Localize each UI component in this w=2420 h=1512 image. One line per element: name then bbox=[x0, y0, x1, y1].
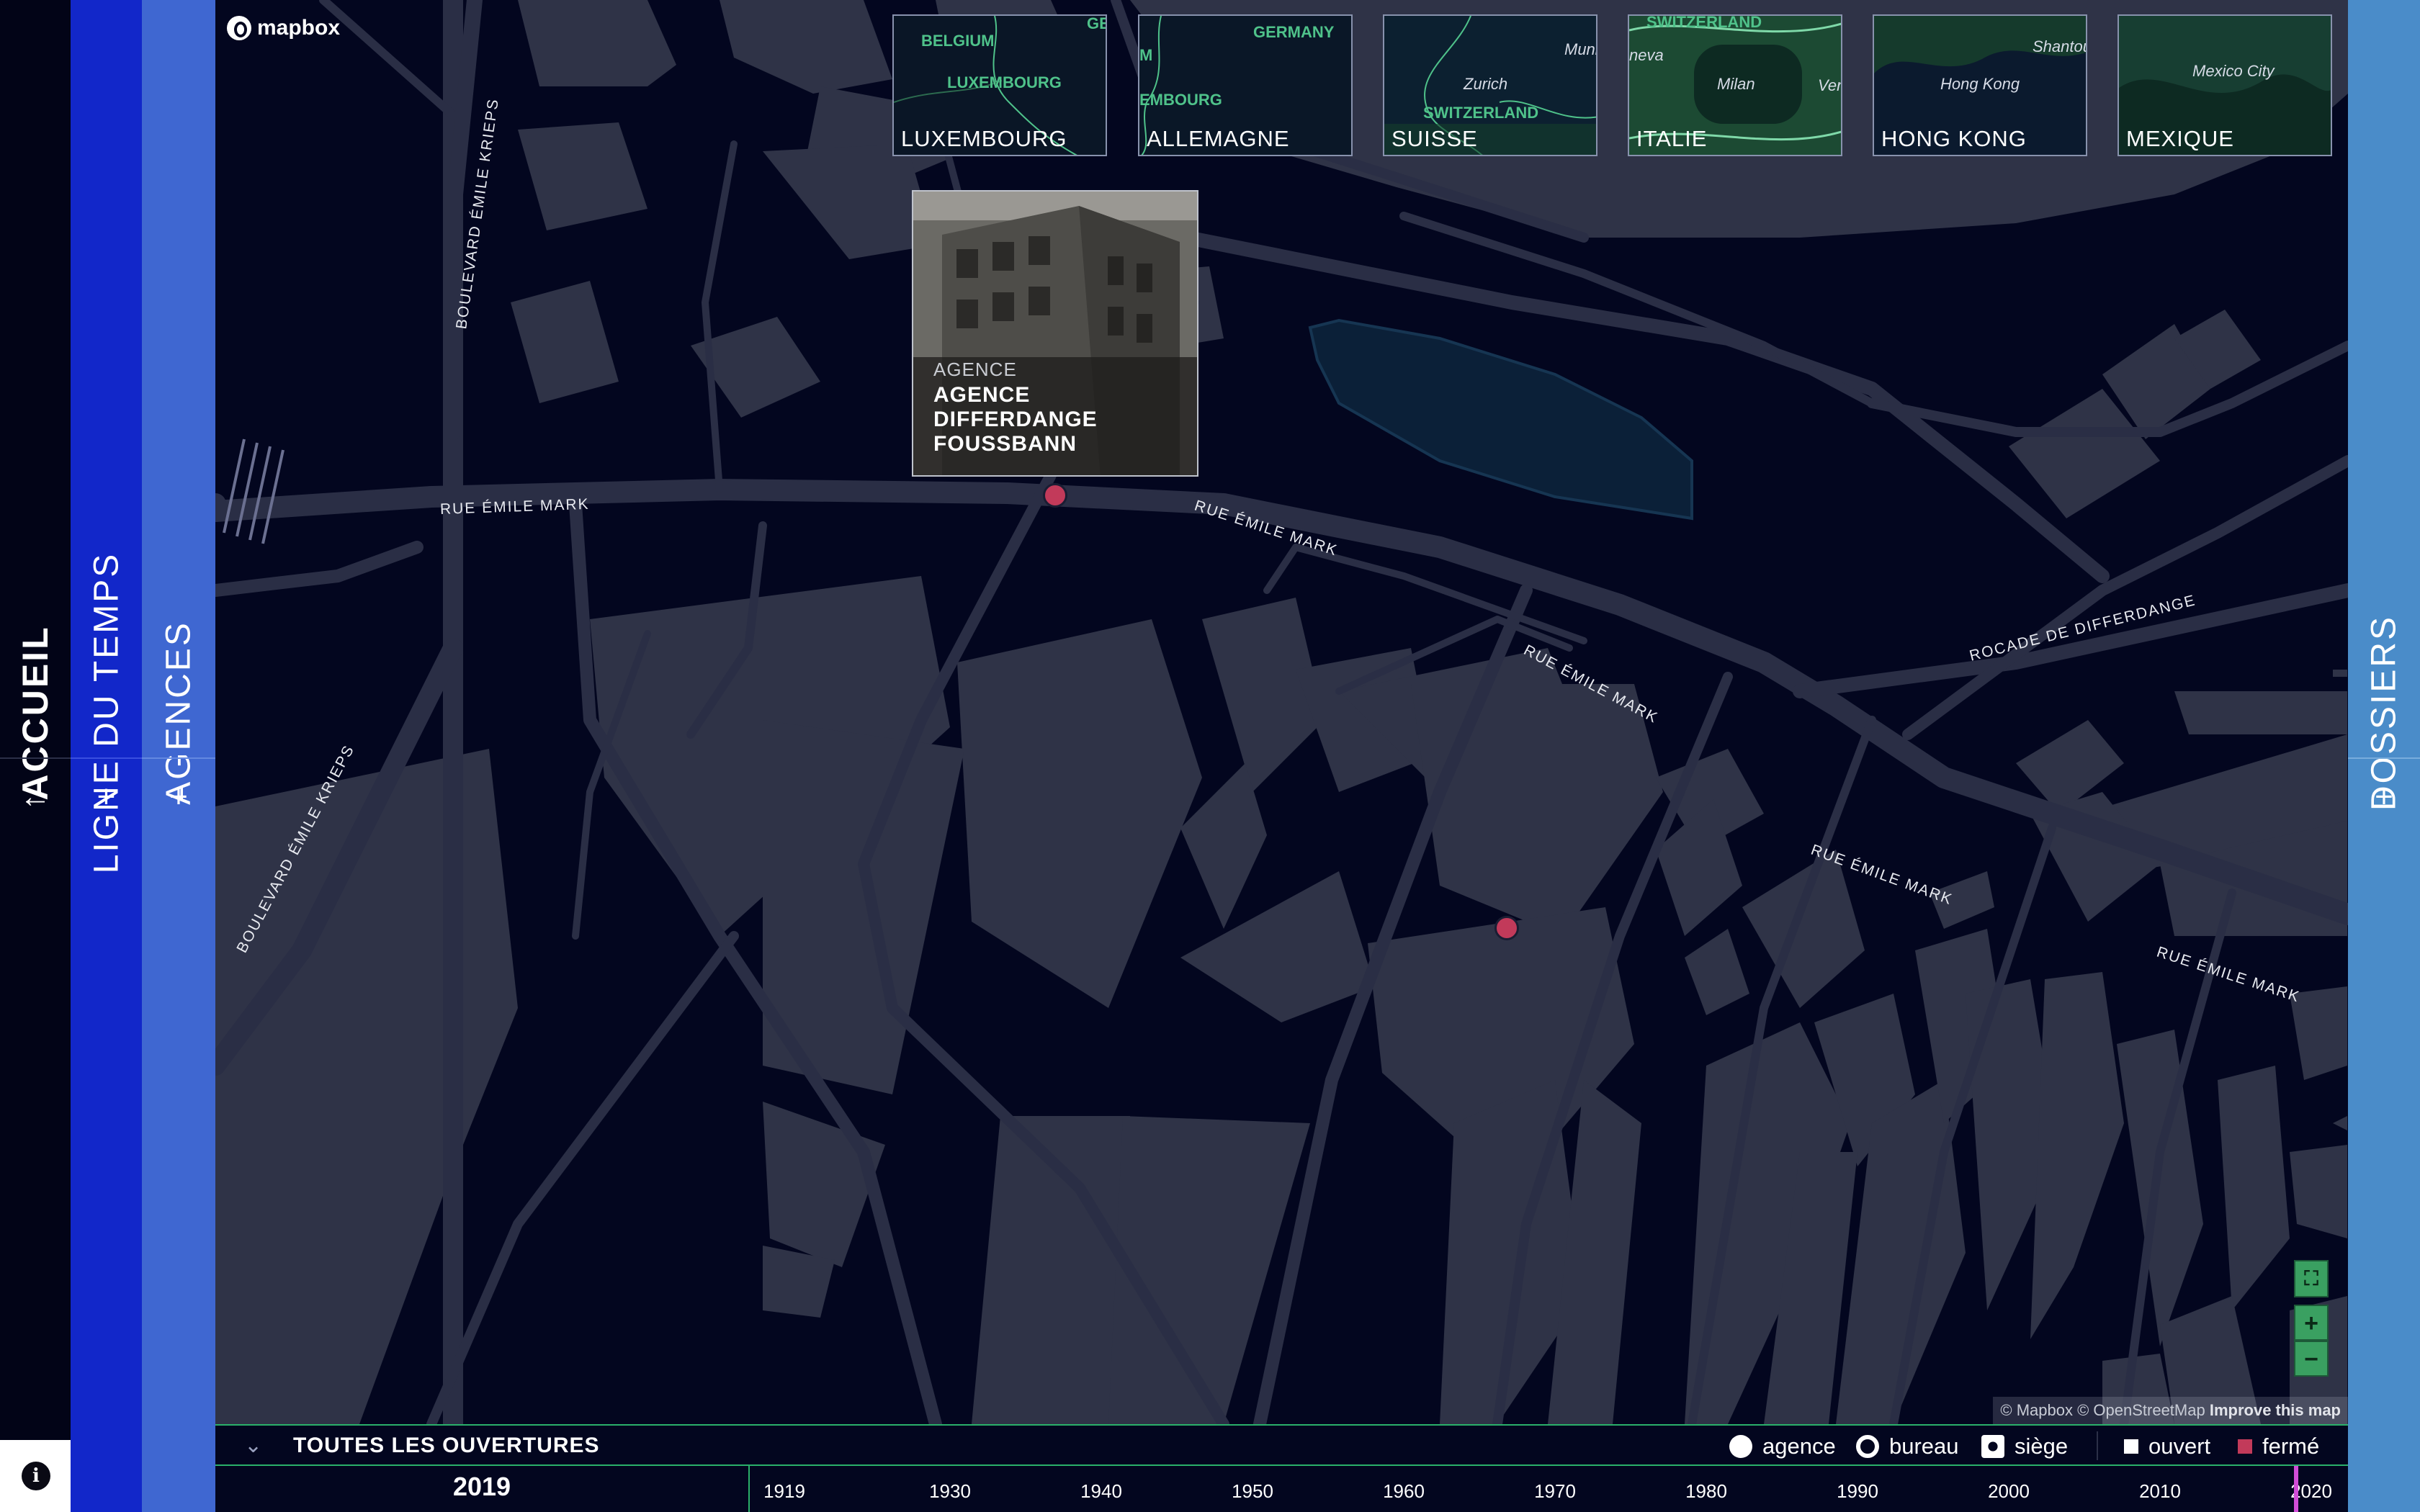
legend-label: bureau bbox=[1889, 1434, 1959, 1459]
popup-name-line: AGENCE bbox=[933, 383, 1031, 407]
zoom-in-button[interactable]: + bbox=[2294, 1305, 2329, 1341]
thumbnail-place-label: GE bbox=[1087, 14, 1106, 32]
legend-label: agence bbox=[1762, 1434, 1836, 1459]
expand-plus-icon[interactable]: + bbox=[71, 774, 142, 820]
country-thumbnail-mexique[interactable]: Mexico City MEXIQUE bbox=[2118, 14, 2332, 156]
thumbnail-place-label: Shantou bbox=[2033, 37, 2087, 55]
thumbnail-place-label: EMBOURG bbox=[1139, 91, 1222, 109]
country-thumbnail-italie[interactable]: SWITZERLAND Milan neva Ven ITALIE bbox=[1628, 14, 1842, 156]
square-red-icon bbox=[2238, 1439, 2252, 1454]
legend-label: fermé bbox=[2262, 1434, 2320, 1459]
nav-dossiers[interactable]: DOSSIERS + bbox=[2348, 0, 2420, 1512]
fullscreen-icon: ⛶ bbox=[2304, 1267, 2318, 1290]
nav-separator bbox=[142, 757, 215, 759]
railway-lines bbox=[223, 438, 284, 544]
nav-accueil[interactable]: ACCUEIL ← i bbox=[0, 0, 71, 1512]
popup-type-label: AGENCE bbox=[933, 359, 1017, 380]
nav-separator bbox=[2348, 757, 2420, 759]
thumbnail-label: MEXIQUE bbox=[2126, 126, 2234, 151]
popup-agency-name: AGENCE DIFFERDANGE FOUSSBANN bbox=[933, 383, 1098, 456]
legend-bureau[interactable]: bureau bbox=[1856, 1434, 1959, 1459]
thumbnail-label: ITALIE bbox=[1636, 126, 1708, 151]
thumbnail-place-label: Ven bbox=[1818, 76, 1841, 94]
map-vector-layer bbox=[215, 0, 2348, 1424]
map-attribution: © Mapbox © OpenStreetMap Improve this ma… bbox=[1993, 1397, 2348, 1424]
thumbnail-place-label: Mexico City bbox=[2192, 62, 2275, 80]
nav-separator bbox=[71, 757, 142, 759]
thumbnail-place-label: LUXEMBOURG bbox=[947, 73, 1062, 91]
current-year: 2019 bbox=[452, 1472, 511, 1501]
thumbnail-place-label: M bbox=[1139, 46, 1153, 64]
thumbnail-place-label: GERMANY bbox=[1253, 23, 1335, 41]
filled-circle-icon bbox=[1729, 1435, 1752, 1458]
thumbnail-label: HONG KONG bbox=[1881, 126, 2027, 151]
popup-name-line: DIFFERDANGE bbox=[933, 408, 1098, 431]
legend-siege[interactable]: siège bbox=[1981, 1434, 2068, 1459]
thumbnail-place-label: SWITZERLAND bbox=[1423, 104, 1539, 122]
thumbnail-place-label: Zurich bbox=[1464, 75, 1508, 93]
country-thumbnail-suisse[interactable]: Zurich SWITZERLAND Muni SUISSE bbox=[1383, 14, 1597, 156]
expand-plus-icon[interactable]: + bbox=[2348, 774, 2420, 820]
water-body bbox=[1308, 318, 1693, 521]
chevron-down-icon[interactable]: ⌄ bbox=[244, 1433, 262, 1458]
thumbnail-place-label: Muni bbox=[1564, 40, 1597, 58]
fullscreen-button[interactable]: ⛶ bbox=[2294, 1260, 2329, 1297]
nav-ligne-du-temps[interactable]: LIGNE DU TEMPS + bbox=[71, 0, 142, 1512]
timeline-tick[interactable]: 2010 bbox=[2139, 1480, 2181, 1503]
building-layer bbox=[215, 0, 2348, 1424]
legend-ouvert[interactable]: ouvert bbox=[2124, 1434, 2210, 1459]
timeline-tick[interactable]: 1950 bbox=[1232, 1480, 1273, 1503]
country-thumbnail-hong-kong[interactable]: Shantou Hong Kong HONG KONG bbox=[1873, 14, 2087, 156]
thumbnail-place-label: SWITZERLAND bbox=[1646, 14, 1762, 31]
agency-marker-closed[interactable] bbox=[1494, 916, 1519, 940]
thumbnail-place-label: Hong Kong bbox=[1940, 75, 2020, 93]
agency-marker-closed[interactable] bbox=[1043, 483, 1067, 508]
ring-circle-icon bbox=[1856, 1435, 1879, 1458]
country-thumbnail-luxembourg[interactable]: BELGIUM LUXEMBOURG GE LUXEMBOURG bbox=[892, 14, 1107, 156]
expand-plus-icon[interactable]: + bbox=[142, 774, 215, 820]
legend-divider bbox=[2097, 1431, 2098, 1460]
timeline-tick[interactable]: 1990 bbox=[1837, 1480, 1878, 1503]
timeline-divider bbox=[748, 1466, 750, 1512]
back-arrow-icon[interactable]: ← bbox=[0, 774, 71, 820]
thumbnail-label: ALLEMAGNE bbox=[1147, 126, 1290, 151]
legend-label: siège bbox=[2015, 1434, 2069, 1459]
map-canvas[interactable]: RUE ÉMILE MARK RUE ÉMILE MARK RUE ÉMILE … bbox=[215, 0, 2348, 1424]
filter-title[interactable]: TOUTES LES OUVERTURES bbox=[293, 1434, 600, 1458]
info-button[interactable]: i bbox=[0, 1440, 71, 1512]
info-icon: i bbox=[22, 1462, 50, 1490]
nav-agences[interactable]: AGENCES + bbox=[142, 0, 215, 1512]
square-ring-icon bbox=[1981, 1435, 2004, 1458]
thumbnail-label: LUXEMBOURG bbox=[901, 126, 1067, 151]
thumbnail-place-label: BELGIUM bbox=[921, 32, 995, 50]
timeline-tick[interactable]: 1970 bbox=[1534, 1480, 1576, 1503]
popup-name-line: FOUSSBANN bbox=[933, 432, 1077, 456]
legend-label: ouvert bbox=[2148, 1434, 2211, 1459]
improve-map-link[interactable]: Improve this map bbox=[2210, 1401, 2341, 1419]
agency-popup[interactable]: AGENCE AGENCE DIFFERDANGE FOUSSBANN bbox=[912, 190, 1198, 477]
timeline-tick[interactable]: 2000 bbox=[1988, 1480, 2030, 1503]
zoom-out-button[interactable]: − bbox=[2294, 1341, 2329, 1377]
thumbnail-label: SUISSE bbox=[1392, 126, 1478, 151]
mapbox-logo-icon bbox=[227, 16, 251, 40]
nav-separator bbox=[0, 757, 71, 759]
filter-bar: ⌄ TOUTES LES OUVERTURES agence bureau si… bbox=[215, 1424, 2348, 1466]
nav-ligne-label: LIGNE DU TEMPS bbox=[87, 552, 125, 874]
thumbnail-place-label: neva bbox=[1629, 46, 1664, 64]
square-white-icon bbox=[2124, 1439, 2138, 1454]
country-thumbnail-allemagne[interactable]: GERMANY EMBOURG M ALLEMAGNE bbox=[1138, 14, 1353, 156]
timeline-tick[interactable]: 1930 bbox=[929, 1480, 971, 1503]
timeline[interactable]: 2019 1919 1930 1940 1950 1960 1970 1980 … bbox=[215, 1466, 2348, 1512]
mapbox-logo-text: mapbox bbox=[257, 16, 341, 40]
timeline-tick[interactable]: 1960 bbox=[1383, 1480, 1425, 1503]
timeline-tick[interactable]: 1940 bbox=[1080, 1480, 1122, 1503]
legend-agence[interactable]: agence bbox=[1729, 1434, 1836, 1459]
mapbox-logo[interactable]: mapbox bbox=[227, 16, 340, 40]
timeline-cursor[interactable] bbox=[2294, 1466, 2298, 1512]
attribution-text: © Mapbox © OpenStreetMap bbox=[2000, 1401, 2205, 1419]
timeline-tick[interactable]: 1919 bbox=[763, 1480, 805, 1503]
thumbnail-place-label: Milan bbox=[1717, 75, 1755, 93]
legend-ferme[interactable]: fermé bbox=[2238, 1434, 2319, 1459]
timeline-tick[interactable]: 1980 bbox=[1685, 1480, 1727, 1503]
